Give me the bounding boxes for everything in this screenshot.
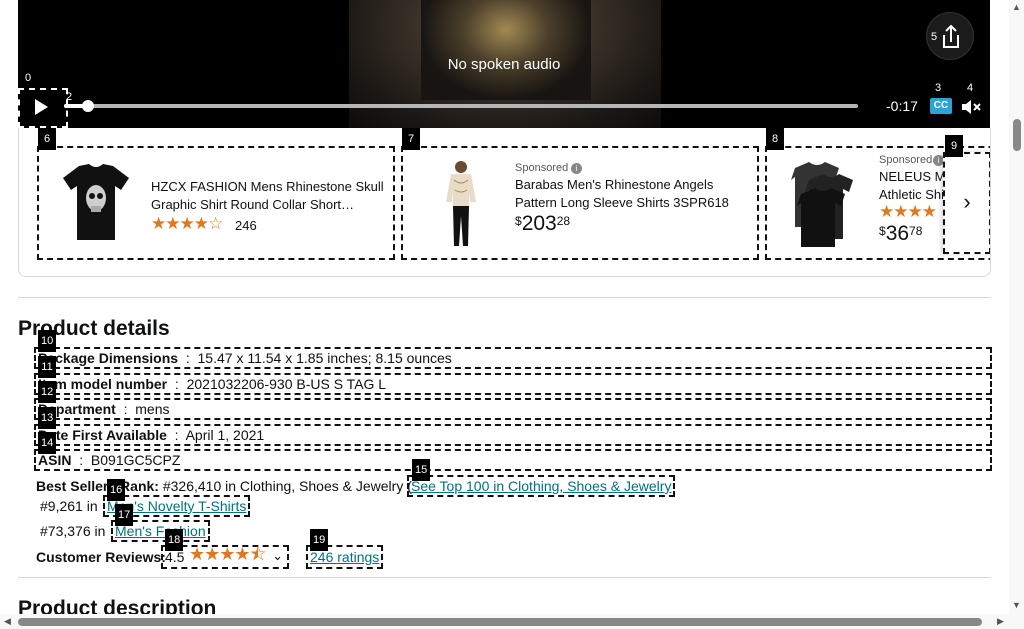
product-image (61, 162, 131, 247)
rank-row: #9,261 in (40, 497, 98, 515)
best-sellers-label: Best Sellers Rank: (36, 478, 159, 494)
detail-value: mens (135, 401, 170, 417)
price-whole: 36 (885, 222, 910, 245)
detail-separator: : (167, 376, 187, 392)
seek-bar[interactable] (64, 104, 858, 108)
product-title-line[interactable]: Pattern Long Sleeve Shirts 3SPR618 (515, 194, 729, 212)
vertical-scrollbar[interactable]: ▲ ▼ (1009, 0, 1024, 614)
customer-reviews: Customer Reviews: (36, 548, 166, 566)
scroll-down-icon[interactable]: ▼ (1012, 600, 1021, 610)
product-title-line[interactable]: NELEUS Me (879, 168, 953, 186)
star-rating[interactable]: ★★★★ (879, 202, 937, 222)
marker-label: 8 (766, 128, 784, 150)
product-image (443, 160, 479, 255)
detail-label: Item model number (38, 376, 168, 392)
scroll-left-icon[interactable]: ◀ (4, 616, 11, 627)
review-stars: ★★★★⯪ (189, 544, 267, 564)
star-rating[interactable]: ★★★★☆ (151, 214, 223, 234)
detail-separator: : (178, 350, 198, 366)
product-price: $20328 (515, 212, 570, 236)
product-price: $3678 (879, 222, 922, 246)
video-shirt-image (421, 0, 591, 100)
marker-label: 9 (945, 135, 963, 157)
vertical-scroll-thumb[interactable] (1013, 119, 1021, 151)
video-caption: No spoken audio (447, 56, 561, 73)
marker-label: 2 (66, 91, 73, 103)
marker-label: 16 (107, 479, 126, 501)
closed-captions-button[interactable]: CC (930, 98, 952, 114)
marker-label: 5 (931, 31, 938, 43)
rank-prefix: #73,376 in (40, 523, 106, 539)
seek-handle[interactable] (81, 100, 94, 112)
detail-row: Department : mens (34, 398, 992, 420)
muted-speaker-icon (962, 100, 981, 114)
horizontal-scroll-thumb[interactable] (18, 618, 982, 626)
detail-value: B091GC5CPZ (90, 452, 181, 468)
detail-label: Date First Available (38, 427, 167, 443)
top-100-link[interactable]: See Top 100 in Clothing, Shoes & Jewelry (407, 475, 676, 497)
detail-row: Date First Available : April 1, 2021 (34, 424, 992, 446)
video-player[interactable]: No spoken audio (18, 0, 990, 128)
play-focus-outline (18, 88, 68, 128)
price-fraction: 28 (556, 214, 571, 228)
detail-row: Item model number : 2021032206-930 B-US … (34, 373, 992, 395)
horizontal-scrollbar[interactable]: ◀ ▶ (0, 614, 1024, 629)
mute-button[interactable] (961, 98, 981, 116)
marker-label: 11 (38, 356, 56, 378)
section-divider (18, 297, 991, 298)
sponsored-label: Sponsored (879, 154, 933, 166)
product-title-line[interactable]: HZCX FASHION Mens Rhinestone Skull (151, 178, 384, 196)
product-title-line[interactable]: Graphic Shirt Round Collar Short… (151, 196, 354, 214)
detail-value: 15.47 x 11.54 x 1.85 inches; 8.15 ounces (197, 350, 452, 366)
detail-separator: : (166, 427, 186, 443)
best-sellers-rank: Best Sellers Rank: #326,410 in Clothing,… (36, 477, 412, 495)
detail-row: Package Dimensions : 15.47 x 11.54 x 1.8… (34, 347, 992, 369)
chevron-down-icon: ⌄ (272, 548, 283, 563)
marker-label: 14 (38, 432, 57, 454)
detail-label: ASIN (38, 452, 72, 468)
marker-label: 3 (935, 82, 942, 94)
sponsored-carousel: HZCX FASHION Mens Rhinestone Skull Graph… (18, 128, 991, 277)
detail-value: 2021032206-930 B-US S TAG L (186, 376, 387, 392)
time-remaining: -0:17 (886, 98, 918, 114)
price-whole: 203 (521, 212, 557, 235)
marker-label: 10 (38, 330, 57, 352)
detail-label: Package Dimensions (38, 350, 179, 366)
detail-separator: : (71, 452, 91, 468)
carousel-item[interactable]: HZCX FASHION Mens Rhinestone Skull Graph… (37, 146, 395, 260)
carousel-next-button[interactable]: › (943, 152, 990, 254)
marker-label: 19 (310, 529, 329, 551)
detail-row: ASIN : B091GC5CPZ (34, 449, 992, 471)
marker-label: 18 (165, 529, 184, 551)
section-divider (18, 577, 991, 578)
price-symbol: $ (515, 214, 522, 228)
product-title-line[interactable]: Barabas Men's Rhinestone Angels (515, 176, 713, 194)
detail-separator: : (115, 401, 136, 417)
marker-label: 15 (412, 459, 431, 481)
marker-label: 12 (38, 381, 57, 403)
scroll-up-icon[interactable]: ▲ (1012, 2, 1021, 12)
marker-label: 4 (967, 82, 974, 94)
info-icon[interactable]: i (571, 163, 582, 174)
scroll-right-icon[interactable]: ▶ (997, 616, 1004, 627)
rank-prefix: #9,261 in (40, 498, 98, 514)
sponsored-label: Sponsored (515, 162, 569, 174)
marker-label: 0 (25, 72, 32, 84)
product-image (789, 158, 859, 255)
rating-count[interactable]: 246 (235, 218, 257, 233)
marker-label: 13 (38, 407, 57, 429)
marker-label: 17 (115, 504, 134, 526)
price-fraction: 78 (909, 224, 923, 238)
reviews-label: Customer Reviews: (36, 549, 166, 565)
carousel-item[interactable]: Sponsored i Barabas Men's Rhinestone Ang… (401, 146, 759, 260)
marker-label: 6 (38, 128, 56, 150)
rank-row: #73,376 in (40, 522, 105, 540)
best-sellers-value: #326,410 in Clothing, Shoes & Jewelry ( (162, 478, 412, 494)
chevron-right-icon: › (963, 189, 971, 214)
detail-value: April 1, 2021 (185, 427, 265, 443)
marker-label: 7 (402, 128, 420, 150)
price-symbol: $ (879, 224, 886, 238)
